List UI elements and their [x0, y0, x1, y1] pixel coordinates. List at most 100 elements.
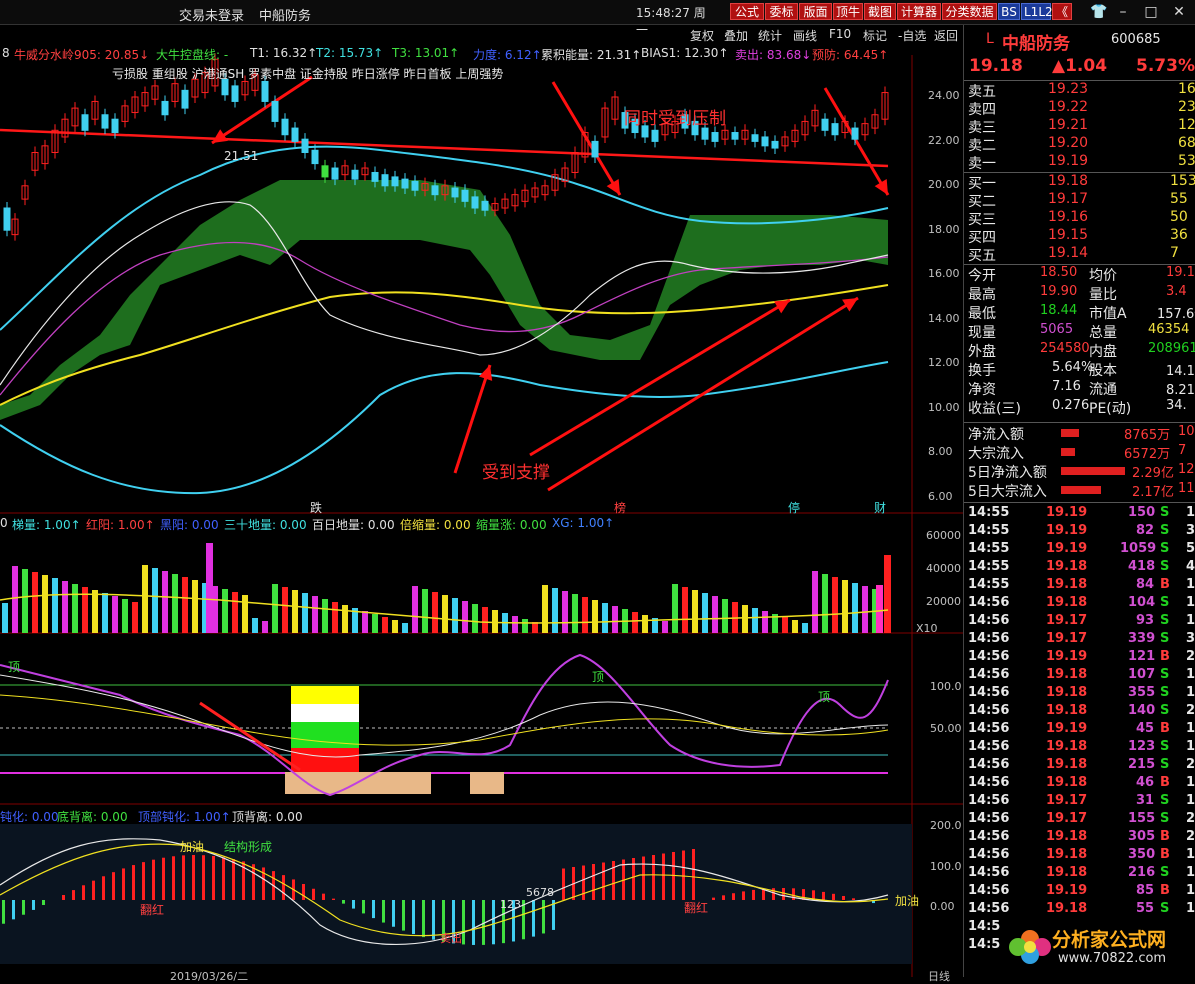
toolbar-button-4[interactable]: 截图: [864, 3, 896, 20]
ask-row[interactable]: 卖四 19.22 23: [964, 99, 1195, 118]
bid-row[interactable]: 买二 19.17 55: [964, 191, 1195, 210]
flow-bar: [1061, 486, 1101, 494]
tick-row[interactable]: 14:56 19.19 121 B 2: [964, 649, 1195, 667]
macd-red-label: 翻红: [140, 903, 165, 917]
flow-row: 净流入额 8765万 10: [964, 424, 1195, 443]
toolbar-button-7[interactable]: BS: [998, 3, 1020, 20]
logo-url[interactable]: www.70822.com: [1058, 951, 1166, 966]
chart-menu-item-5[interactable]: 标记: [863, 27, 887, 44]
event-mark[interactable]: 跌: [310, 499, 322, 516]
flow-row: 大宗流入 6572万 7: [964, 443, 1195, 462]
tick-row[interactable]: 14:56 19.18 350 B 1: [964, 847, 1195, 865]
tick-row[interactable]: 14:56 19.18 104 S 1: [964, 595, 1195, 613]
tick-time: 14:56: [968, 631, 1010, 646]
tick-row[interactable]: 14:55 19.19 82 S 3: [964, 523, 1195, 541]
tick-row[interactable]: 14:56 19.18 46 B 1: [964, 775, 1195, 793]
ask-row[interactable]: 卖五 19.23 16: [964, 81, 1195, 100]
toolbar-button-5[interactable]: 计算器: [897, 3, 941, 20]
bid-row[interactable]: 买三 19.16 50: [964, 209, 1195, 228]
toolbar-button-3[interactable]: 顶牛: [833, 3, 863, 20]
indicator-bias: BIAS1: 12.30↑: [641, 46, 729, 60]
event-mark[interactable]: 财: [874, 499, 886, 516]
tick-row[interactable]: 14:56 19.18 355 S 1: [964, 685, 1195, 703]
toolbar-button-6[interactable]: 分类数据: [942, 3, 997, 20]
tick-row[interactable]: 14:55 19.18 84 B 1: [964, 577, 1195, 595]
macd-bar: [642, 856, 645, 900]
bid-row[interactable]: 买一 19.18 153: [964, 173, 1195, 192]
stat-label-2: PE(动): [1089, 401, 1132, 417]
chart-menu-item-0[interactable]: 复权: [690, 27, 714, 44]
chart-canvas[interactable]: [0, 25, 963, 977]
volume-bar: [312, 596, 318, 633]
tick-row[interactable]: 14:56 19.18 123 S 1: [964, 739, 1195, 757]
minimize-icon[interactable]: –: [1112, 2, 1134, 22]
toolbar-button-2[interactable]: 版面: [799, 3, 832, 20]
stat-row: 最低 18.44 市值A 157.6亿: [964, 303, 1195, 322]
ask-row[interactable]: 卖一 19.19 53: [964, 153, 1195, 172]
toolbar-button-8[interactable]: L1L2: [1021, 3, 1053, 20]
tick-side: B: [1160, 721, 1170, 736]
tick-side: S: [1160, 667, 1170, 682]
toolbar-button-0[interactable]: 公式: [730, 3, 764, 20]
tick-count: 1: [1186, 883, 1195, 898]
chart-menu-item-6[interactable]: -自选: [898, 27, 926, 44]
shirt-icon[interactable]: 👕: [1088, 2, 1110, 22]
ask-row[interactable]: 卖二 19.20 68: [964, 135, 1195, 154]
tick-time: 14:56: [968, 739, 1010, 754]
close-icon[interactable]: ✕: [1168, 2, 1190, 22]
tick-row[interactable]: 14:56 19.17 31 S 1: [964, 793, 1195, 811]
tick-row[interactable]: 14:55 19.18 418 S 4: [964, 559, 1195, 577]
tick-row[interactable]: 14:56 19.18 215 S 2: [964, 757, 1195, 775]
chart-menu-item-1[interactable]: 叠加: [724, 27, 748, 44]
tick-row[interactable]: 14:56 19.18 140 S 2: [964, 703, 1195, 721]
tick-side: B: [1160, 829, 1170, 844]
macd-bar: [472, 900, 475, 945]
osc-top-label: 顶: [8, 660, 21, 674]
ask-volume: 12: [1178, 117, 1195, 133]
toolbar-button-1[interactable]: 委标: [765, 3, 798, 20]
bid-row[interactable]: 买五 19.14 7: [964, 245, 1195, 264]
candle-body: [161, 100, 169, 116]
tick-count: 1: [1186, 865, 1195, 880]
macd-num-label: 5678: [526, 886, 554, 899]
chart-menu-item-7[interactable]: 返回: [934, 27, 958, 44]
tick-time: 14:55: [968, 523, 1010, 538]
tick-row[interactable]: 14:56 19.18 107 S 1: [964, 667, 1195, 685]
tick-row[interactable]: 14:56 19.19 85 B 1: [964, 883, 1195, 901]
period-label[interactable]: 日线: [928, 968, 950, 984]
tick-row[interactable]: 14:56 19.17 339 S 3: [964, 631, 1195, 649]
chart-menu-item-2[interactable]: 统计: [758, 27, 782, 44]
tick-row[interactable]: 14:56 19.17 93 S 1: [964, 613, 1195, 631]
tick-row[interactable]: 14:55 19.19 1059 S 5: [964, 541, 1195, 559]
event-mark[interactable]: 榜: [614, 499, 626, 516]
chart-menu-item-4[interactable]: F10: [829, 27, 851, 41]
tick-count: 1: [1186, 667, 1195, 682]
volume-bar: [412, 586, 418, 633]
candle-body: [181, 89, 189, 109]
tick-row[interactable]: 14:56 19.18 216 S 1: [964, 865, 1195, 883]
candle-body: [401, 178, 409, 189]
toolbar-button-9[interactable]: 《: [1052, 3, 1072, 20]
maximize-icon[interactable]: □: [1140, 2, 1162, 22]
tick-volume: 45: [1136, 721, 1155, 736]
stat-value-2: 46354: [1148, 322, 1190, 337]
tick-row[interactable]: 14:56 19.18 305 B 2: [964, 829, 1195, 847]
tick-time: 14:55: [968, 577, 1010, 592]
tick-volume: 107: [1128, 667, 1156, 682]
arrow-right-top: [823, 87, 890, 196]
chart-menu-item-3[interactable]: 画线: [793, 27, 817, 44]
tick-row[interactable]: 14:56 19.19 45 B 1: [964, 721, 1195, 739]
bid-row[interactable]: 买四 19.15 36: [964, 227, 1195, 246]
ask-row[interactable]: 卖三 19.21 12: [964, 117, 1195, 136]
macd-bar: [332, 898, 335, 900]
macd-bar: [462, 900, 465, 945]
login-status[interactable]: 交易未登录: [179, 5, 244, 24]
kline-chart-area[interactable]: 复权 叠加 统计 画线 F10 标记 -自选 返回 8 牛威分水岭905: 20.85↓ 大牛…: [0, 25, 963, 983]
volume-bar: [422, 589, 428, 633]
stat-row: 外盘 254580 内盘 208961: [964, 341, 1195, 360]
tick-row[interactable]: 14:56 19.17 155 S 2: [964, 811, 1195, 829]
tick-row[interactable]: 14:55 19.19 150 S 1: [964, 505, 1195, 523]
event-mark[interactable]: 停: [788, 499, 800, 516]
macd-bar: [82, 885, 85, 900]
candle-body: [301, 138, 309, 153]
